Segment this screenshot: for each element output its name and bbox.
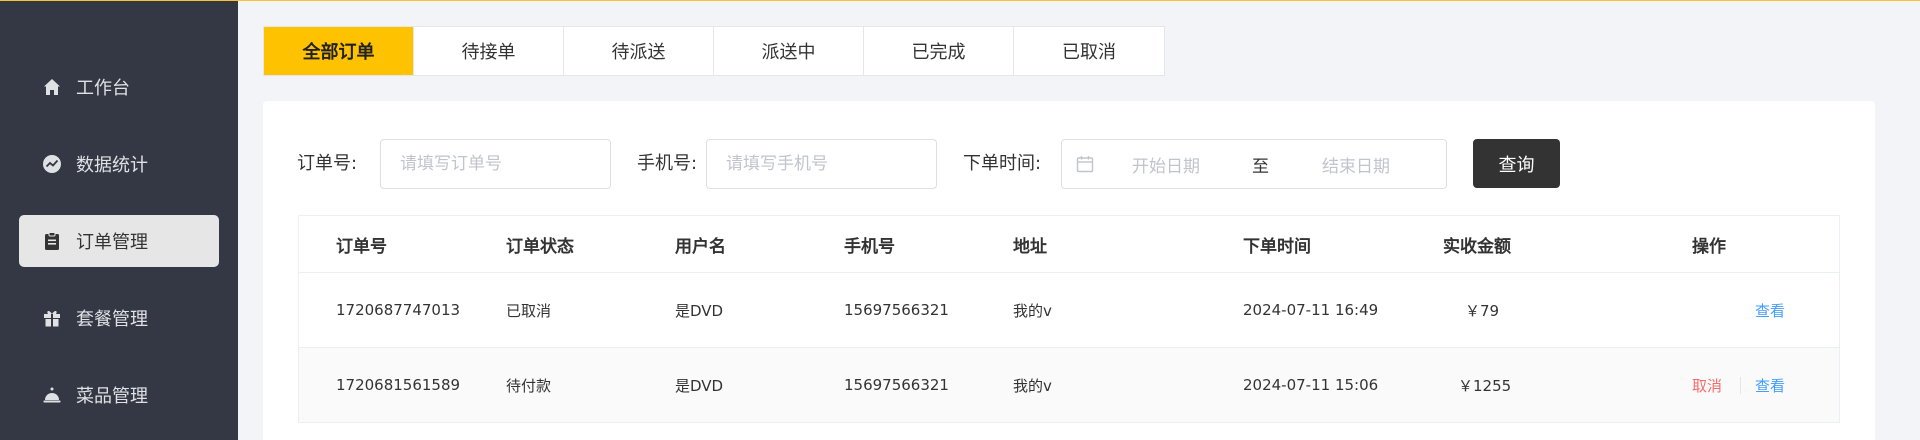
order-list-card: 订单号: 手机号: 下单时间: 开始日期 至 结束日期 查询 订单号 订单状态 … xyxy=(263,101,1875,440)
sidebar-item-label: 菜品管理 xyxy=(76,386,148,407)
order-time-cell: 2024-07-11 15:06 xyxy=(1243,376,1379,394)
order-number-input[interactable] xyxy=(380,139,611,189)
search-button[interactable]: 查询 xyxy=(1473,139,1560,188)
start-date-input[interactable]: 开始日期 xyxy=(1132,152,1242,177)
column-header-order-number: 订单号 xyxy=(336,236,387,257)
view-order-link[interactable]: 查看 xyxy=(1755,273,1785,347)
gift-icon xyxy=(41,307,63,329)
username-cell: 是DVD xyxy=(675,376,724,395)
sidebar-item-orders[interactable]: 订单管理 xyxy=(19,215,219,267)
phone-input[interactable] xyxy=(706,139,937,189)
column-header-order-time: 下单时间 xyxy=(1243,236,1311,257)
sidebar-item-combos[interactable]: 套餐管理 xyxy=(19,292,219,344)
cloche-icon xyxy=(41,384,63,406)
tab-pending-delivery[interactable]: 待派送 xyxy=(564,27,714,75)
tab-cancelled[interactable]: 已取消 xyxy=(1014,27,1164,75)
address-cell: 我的v xyxy=(1013,301,1052,320)
table-row: 1720681561589 待付款 是DVD 15697566321 我的v 2… xyxy=(299,348,1839,423)
clipboard-icon xyxy=(41,230,63,252)
view-order-link[interactable]: 查看 xyxy=(1755,348,1785,422)
tab-delivering[interactable]: 派送中 xyxy=(714,27,864,75)
order-time-label: 下单时间: xyxy=(963,153,1042,174)
sidebar-item-dishes[interactable]: 菜品管理 xyxy=(19,369,219,421)
phone-cell: 15697566321 xyxy=(844,376,949,394)
order-number-cell: 1720687747013 xyxy=(336,301,461,319)
table-header-row: 订单号 订单状态 用户名 手机号 地址 下单时间 实收金额 操作 xyxy=(299,216,1839,273)
status-cell: 待付款 xyxy=(506,376,552,395)
tab-completed[interactable]: 已完成 xyxy=(864,27,1014,75)
sidebar-item-label: 数据统计 xyxy=(76,155,148,176)
table-row: 1720687747013 已取消 是DVD 15697566321 我的v 2… xyxy=(299,273,1839,348)
column-header-status: 订单状态 xyxy=(506,236,574,257)
amount-cell: ￥1255 xyxy=(1458,376,1512,395)
top-accent-line xyxy=(0,0,1920,1)
chart-icon xyxy=(41,153,63,175)
column-header-phone: 手机号 xyxy=(844,236,895,257)
sidebar: 工作台 数据统计 订单管理 套餐管理 菜品管理 xyxy=(0,0,238,440)
sidebar-item-label: 订单管理 xyxy=(76,232,148,253)
end-date-input[interactable]: 结束日期 xyxy=(1322,152,1390,177)
sidebar-item-statistics[interactable]: 数据统计 xyxy=(19,138,219,190)
cancel-order-link[interactable]: 取消 xyxy=(1692,348,1722,422)
username-cell: 是DVD xyxy=(675,301,724,320)
order-time-range-picker[interactable]: 开始日期 至 结束日期 xyxy=(1061,139,1447,189)
phone-label: 手机号: xyxy=(637,153,698,174)
home-icon xyxy=(41,76,63,98)
date-range-separator: 至 xyxy=(1252,156,1269,177)
amount-cell: ￥79 xyxy=(1465,301,1500,320)
action-divider xyxy=(1740,377,1741,394)
tab-pending-accept[interactable]: 待接单 xyxy=(414,27,564,75)
status-cell: 已取消 xyxy=(506,301,552,320)
order-time-cell: 2024-07-11 16:49 xyxy=(1243,301,1379,319)
tab-all-orders[interactable]: 全部订单 xyxy=(264,27,414,75)
order-status-tabs: 全部订单 待接单 待派送 派送中 已完成 已取消 xyxy=(263,26,1165,76)
sidebar-item-label: 套餐管理 xyxy=(76,309,148,330)
sidebar-item-label: 工作台 xyxy=(76,78,130,99)
column-header-username: 用户名 xyxy=(675,236,726,257)
phone-cell: 15697566321 xyxy=(844,301,949,319)
order-number-label: 订单号: xyxy=(297,153,358,174)
address-cell: 我的v xyxy=(1013,376,1052,395)
calendar-icon xyxy=(1076,156,1094,173)
column-header-amount: 实收金额 xyxy=(1443,236,1511,257)
column-header-address: 地址 xyxy=(1013,236,1047,257)
sidebar-item-workbench[interactable]: 工作台 xyxy=(19,61,219,113)
orders-table: 订单号 订单状态 用户名 手机号 地址 下单时间 实收金额 操作 1720687… xyxy=(298,215,1840,423)
column-header-actions: 操作 xyxy=(1692,236,1726,257)
order-number-cell: 1720681561589 xyxy=(336,376,461,394)
